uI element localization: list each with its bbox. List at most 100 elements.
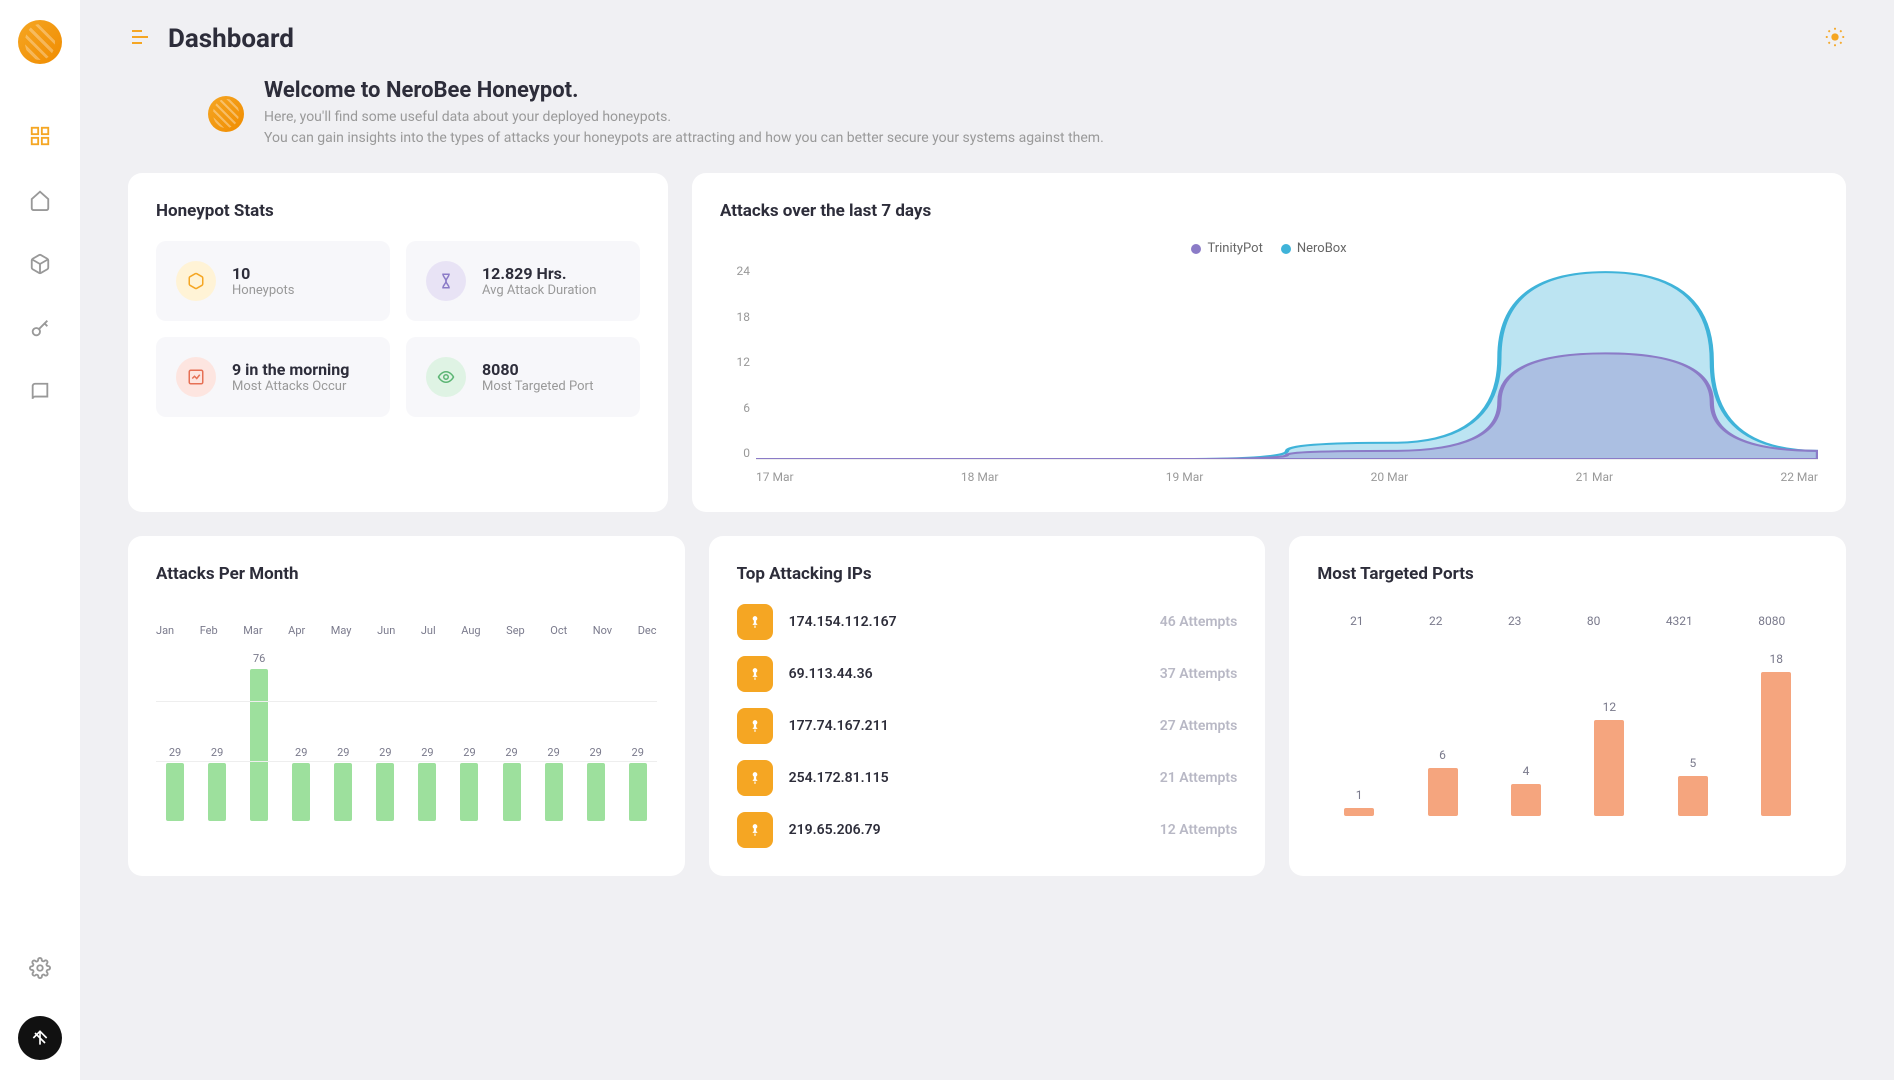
port-col: 4 xyxy=(1511,764,1541,816)
ip-attempts: 37 Attempts xyxy=(1160,666,1238,682)
port-cat: 21 xyxy=(1350,614,1364,628)
ip-row[interactable]: 219.65.206.79 12 Attempts xyxy=(737,812,1238,848)
ip-attempts: 21 Attempts xyxy=(1160,770,1238,786)
legend-label: TrinityPot xyxy=(1207,241,1262,256)
bar-value: 76 xyxy=(253,652,265,665)
ip-row[interactable]: 69.113.44.36 37 Attempts xyxy=(737,656,1238,692)
port-col: 5 xyxy=(1678,756,1708,816)
bar xyxy=(334,763,352,821)
nav-key[interactable] xyxy=(20,308,60,348)
bar-col: 76 xyxy=(240,652,278,821)
y-tick: 12 xyxy=(720,355,750,369)
bar xyxy=(629,763,647,821)
cube-icon xyxy=(29,253,51,275)
bar-col: 29 xyxy=(450,746,488,821)
book-icon xyxy=(29,381,51,403)
month-cat: May xyxy=(331,624,352,637)
x-tick: 21 Mar xyxy=(1576,470,1614,484)
sidebar xyxy=(0,0,80,1080)
port-bar xyxy=(1511,784,1541,816)
bar-col: 29 xyxy=(198,746,236,821)
trend-icon xyxy=(176,357,216,397)
nav-home[interactable] xyxy=(20,180,60,220)
month-cat: Jul xyxy=(421,624,436,637)
theme-toggle-button[interactable] xyxy=(1824,26,1846,52)
x-tick: 20 Mar xyxy=(1371,470,1409,484)
pin-icon xyxy=(737,708,773,744)
y-tick: 24 xyxy=(720,264,750,278)
port-value: 18 xyxy=(1770,652,1784,666)
hourglass-icon xyxy=(426,261,466,301)
legend-item: TrinityPot xyxy=(1191,241,1262,256)
pin-icon xyxy=(737,604,773,640)
bar xyxy=(250,669,268,821)
welcome-banner: Welcome to NeroBee Honeypot. Here, you'l… xyxy=(128,78,1846,173)
attacks-7d-chart: 24181260 17 Mar18 Mar19 Mar20 Mar21 Mar2… xyxy=(720,264,1818,484)
bar xyxy=(545,763,563,821)
nav-settings[interactable] xyxy=(20,948,60,988)
ip-row[interactable]: 177.74.167.211 27 Attempts xyxy=(737,708,1238,744)
bar-col: 29 xyxy=(493,746,531,821)
port-bar xyxy=(1678,776,1708,816)
legend-item: NeroBox xyxy=(1281,241,1347,256)
menu-toggle-button[interactable] xyxy=(128,25,152,53)
month-cat: Jan xyxy=(156,624,174,637)
ip-attempts: 46 Attempts xyxy=(1160,614,1238,630)
avatar-button[interactable] xyxy=(18,1016,62,1060)
bar-value: 29 xyxy=(547,746,559,759)
nav-cube[interactable] xyxy=(20,244,60,284)
bar-col: 29 xyxy=(324,746,362,821)
stats-title: Honeypot Stats xyxy=(156,201,640,221)
stat-label: Honeypots xyxy=(232,283,295,298)
month-cat: Sep xyxy=(506,624,525,637)
port-col: 18 xyxy=(1761,652,1791,816)
eye-icon xyxy=(426,357,466,397)
bar-value: 29 xyxy=(379,746,391,759)
port-cat: 23 xyxy=(1508,614,1522,628)
menu-icon xyxy=(128,25,152,49)
nav-dashboard[interactable] xyxy=(20,116,60,156)
top-ips-card: Top Attacking IPs 174.154.112.167 46 Att… xyxy=(709,536,1266,876)
gear-icon xyxy=(29,957,51,979)
month-cat: Aug xyxy=(461,624,480,637)
port-col: 1 xyxy=(1344,788,1374,816)
welcome-logo-icon xyxy=(208,96,244,132)
pin-icon xyxy=(737,656,773,692)
welcome-line1: Here, you'll find some useful data about… xyxy=(264,107,1104,128)
pin-icon xyxy=(737,812,773,848)
bar-value: 29 xyxy=(337,746,349,759)
ip-row[interactable]: 254.172.81.115 21 Attempts xyxy=(737,760,1238,796)
stat-value: 10 xyxy=(232,264,295,283)
legend-label: NeroBox xyxy=(1297,241,1347,256)
month-cat: Dec xyxy=(638,624,657,637)
ip-row[interactable]: 174.154.112.167 46 Attempts xyxy=(737,604,1238,640)
stat-label: Most Attacks Occur xyxy=(232,379,349,394)
ip-address: 177.74.167.211 xyxy=(789,718,889,734)
welcome-heading: Welcome to NeroBee Honeypot. xyxy=(264,78,1104,103)
key-icon xyxy=(29,317,51,339)
month-cat: Nov xyxy=(593,624,612,637)
port-col: 12 xyxy=(1594,700,1624,816)
legend-dot xyxy=(1191,244,1201,254)
x-tick: 19 Mar xyxy=(1166,470,1204,484)
bar-value: 29 xyxy=(632,746,644,759)
ip-address: 254.172.81.115 xyxy=(789,770,889,786)
month-cat: Feb xyxy=(200,624,218,637)
stat-box: 10 Honeypots xyxy=(156,241,390,321)
legend-dot xyxy=(1281,244,1291,254)
port-bar xyxy=(1428,768,1458,816)
month-cat: Apr xyxy=(288,624,305,637)
bar-col: 29 xyxy=(156,746,194,821)
bar-value: 29 xyxy=(505,746,517,759)
nav-book[interactable] xyxy=(20,372,60,412)
bar xyxy=(418,763,436,821)
bar xyxy=(292,763,310,821)
pin-icon xyxy=(737,760,773,796)
ip-address: 174.154.112.167 xyxy=(789,614,897,630)
bar xyxy=(376,763,394,821)
logo-icon xyxy=(18,20,62,64)
stat-box: 8080 Most Targeted Port xyxy=(406,337,640,417)
stat-label: Avg Attack Duration xyxy=(482,283,596,298)
port-cat: 80 xyxy=(1587,614,1601,628)
ports-card: Most Targeted Ports 2122238043218080 164… xyxy=(1289,536,1846,876)
